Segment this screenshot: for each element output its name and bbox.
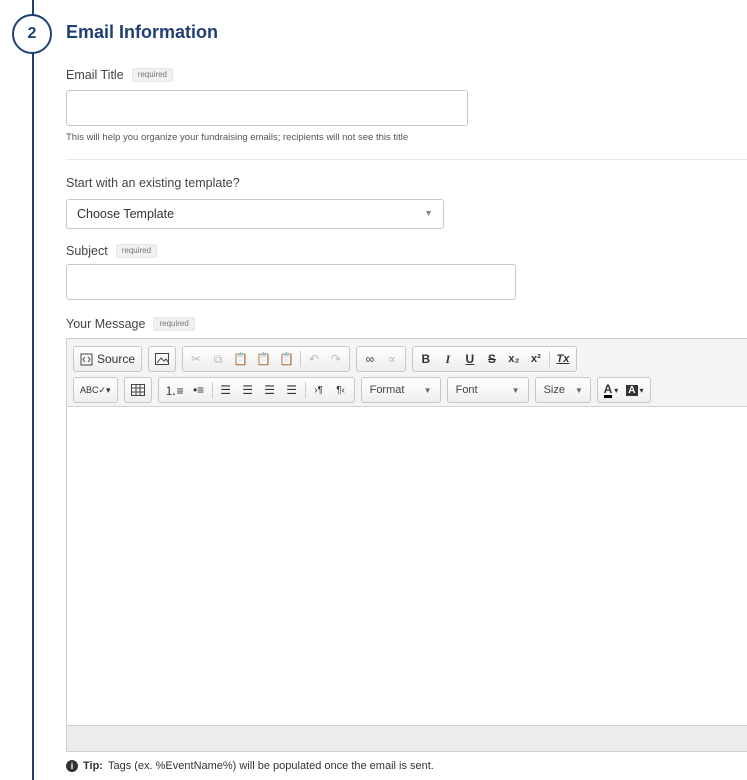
align-center-icon: ☰ (242, 383, 253, 397)
email-title-label: Email Title required (66, 68, 174, 82)
undo-icon: ↶ (308, 352, 319, 366)
paste-text-icon: 📋 (255, 352, 271, 366)
dropdown-arrow-icon: ▼ (424, 208, 433, 218)
underline-button[interactable]: U (459, 348, 481, 370)
align-right-button[interactable]: ☰ (259, 379, 281, 401)
undo-button[interactable]: ↶ (303, 348, 325, 370)
background-color-icon: A (626, 384, 638, 396)
source-button[interactable]: Source (76, 348, 139, 370)
email-title-help-text: This will help you organize your fundrai… (66, 132, 409, 143)
bold-button[interactable]: B (415, 348, 437, 370)
step-connector-line (32, 0, 34, 780)
cut-button[interactable]: ✂ (185, 348, 207, 370)
subject-input[interactable] (66, 264, 516, 300)
toolbar-separator (304, 382, 306, 398)
align-left-icon: ☰ (220, 383, 231, 397)
toolbar-group-colors: A ▾ A ▾ (596, 377, 651, 403)
toolbar-group-paragraph: ⒈≡ •≡ ☰ ☰ ☰ ☰ ›¶ ¶‹ (157, 377, 355, 403)
toolbar-separator (211, 382, 213, 398)
info-icon: i (66, 760, 78, 772)
format-dropdown[interactable]: Format ▼ (360, 377, 441, 403)
copy-button[interactable]: ⧉ (207, 348, 229, 370)
size-dropdown[interactable]: Size ▼ (534, 377, 591, 403)
rtl-icon: ¶‹ (336, 384, 345, 396)
image-button[interactable] (151, 348, 173, 370)
align-left-button[interactable]: ☰ (215, 379, 237, 401)
superscript-button[interactable]: x² (525, 348, 547, 370)
required-badge: required (153, 317, 195, 331)
step-number-badge: 2 (12, 14, 52, 54)
chevron-down-icon: ▼ (423, 385, 432, 395)
align-center-button[interactable]: ☰ (237, 379, 259, 401)
section-divider (66, 159, 747, 160)
table-icon (130, 384, 145, 396)
toolbar-group-table (123, 377, 152, 403)
rtl-button[interactable]: ¶‹ (330, 379, 352, 401)
toolbar-group-image (148, 346, 177, 372)
chevron-down-icon: ▼ (575, 385, 583, 395)
strikethrough-button[interactable]: S (481, 348, 503, 370)
bulleted-list-icon: •≡ (192, 383, 205, 397)
ltr-button[interactable]: ›¶ (308, 379, 330, 401)
email-title-input[interactable] (66, 90, 468, 126)
table-button[interactable] (127, 379, 149, 401)
spellcheck-button[interactable]: ABC✓▾ (76, 379, 115, 401)
toolbar-group-links: ∞ ∝ (355, 346, 406, 372)
cut-icon: ✂ (191, 352, 202, 366)
toolbar-group-clipboard: ✂ ⧉ 📋 📋 📋 ↶ ↷ (182, 346, 350, 372)
background-color-button[interactable]: A ▾ (622, 379, 647, 401)
paste-word-icon: 📋 (278, 352, 294, 366)
remove-format-button[interactable]: Tx (552, 348, 574, 370)
numbered-list-icon: ⒈≡ (164, 383, 184, 398)
align-right-icon: ☰ (264, 383, 275, 397)
tip-text: i Tip: Tags (ex. %EventName%) will be po… (66, 760, 434, 772)
spellcheck-icon: ABC✓▾ (80, 384, 111, 395)
toolbar-group-spellcheck: ABC✓▾ (73, 377, 118, 403)
paste-word-button[interactable]: 📋 (275, 348, 298, 370)
numbered-list-button[interactable]: ⒈≡ (161, 379, 188, 401)
source-icon (80, 353, 93, 365)
toolbar-separator (548, 351, 550, 367)
toolbar-group-source: Source (73, 346, 143, 372)
chevron-down-icon: ▼ (511, 385, 520, 395)
link-icon: ∞ (365, 352, 375, 366)
toolbar-separator (299, 351, 301, 367)
editor-content-area[interactable] (67, 407, 747, 725)
message-label: Your Message required (66, 317, 195, 331)
italic-button[interactable]: I (437, 348, 459, 370)
rich-text-editor: Source ✂ ⧉ 📋 📋 📋 ↶ ↷ ∞ ∝ B I U S x₂ x² T… (66, 338, 747, 752)
font-dropdown[interactable]: Font ▼ (446, 377, 529, 403)
justify-icon: ☰ (286, 383, 297, 397)
redo-button[interactable]: ↷ (325, 348, 347, 370)
editor-toolbar: Source ✂ ⧉ 📋 📋 📋 ↶ ↷ ∞ ∝ B I U S x₂ x² T… (67, 339, 747, 407)
editor-status-bar (67, 725, 747, 751)
subscript-button[interactable]: x₂ (503, 348, 525, 370)
bulleted-list-button[interactable]: •≡ (188, 379, 210, 401)
template-select[interactable]: Choose Template ▼ (66, 199, 444, 229)
required-badge: required (131, 68, 174, 82)
section-title: Email Information (66, 22, 219, 42)
link-button[interactable]: ∞ (359, 348, 381, 370)
paste-icon: 📋 (233, 352, 248, 366)
subject-label: Subject required (66, 244, 158, 258)
ltr-icon: ›¶ (314, 384, 323, 396)
unlink-button[interactable]: ∝ (381, 348, 403, 370)
template-label: Start with an existing template? (66, 176, 240, 190)
text-color-button[interactable]: A ▾ (600, 379, 623, 401)
redo-icon: ↷ (330, 352, 341, 366)
justify-button[interactable]: ☰ (281, 379, 303, 401)
toolbar-group-basicstyles: B I U S x₂ x² Tx (411, 346, 577, 372)
unlink-icon: ∝ (387, 352, 397, 366)
text-color-icon: A (603, 381, 613, 398)
paste-text-button[interactable]: 📋 (252, 348, 275, 370)
image-icon (155, 353, 170, 365)
paste-button[interactable]: 📋 (229, 348, 252, 370)
required-badge: required (115, 244, 158, 258)
copy-icon: ⧉ (213, 351, 223, 366)
